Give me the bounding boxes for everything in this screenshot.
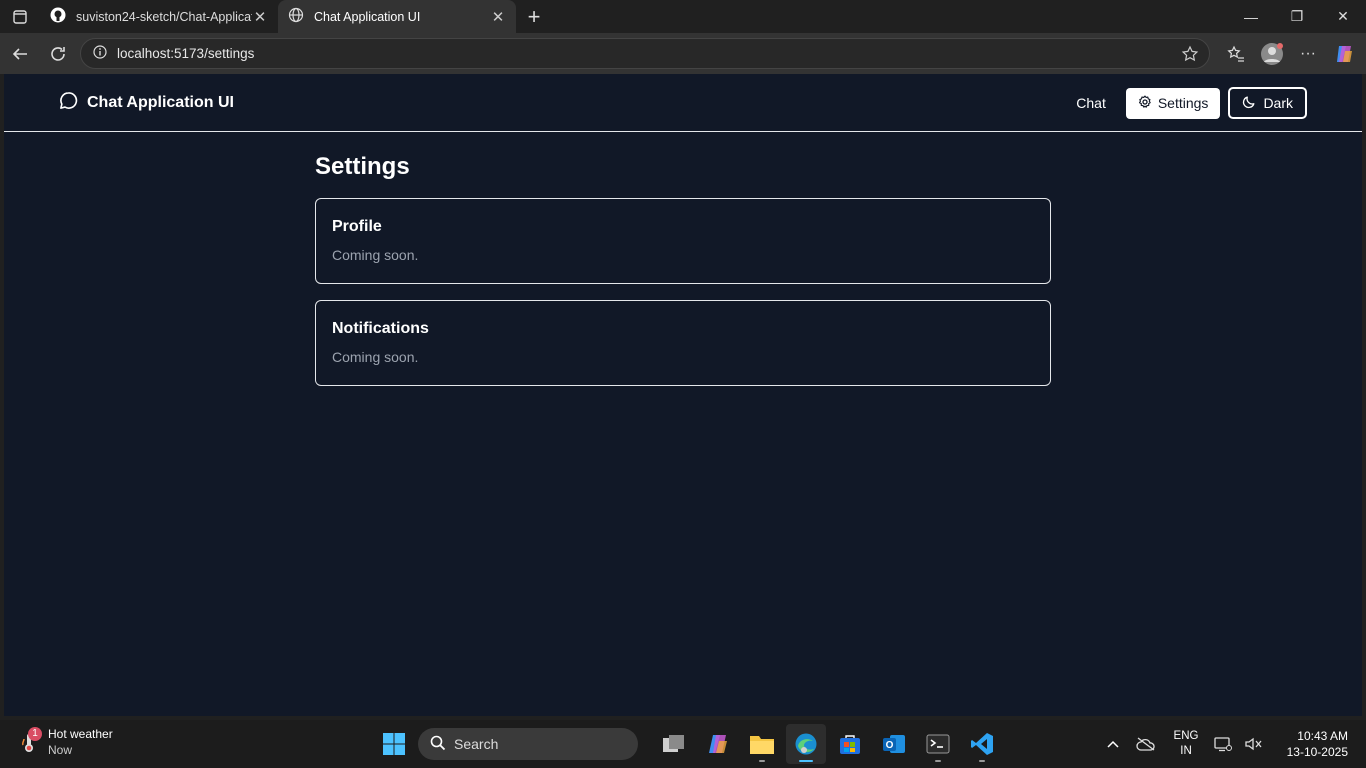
theme-toggle-button[interactable]: Dark: [1228, 87, 1307, 119]
new-tab-button[interactable]: +: [516, 0, 552, 33]
favorites-icon[interactable]: [1218, 36, 1254, 72]
theme-toggle-label: Dark: [1263, 95, 1293, 111]
settings-button-label: Settings: [1157, 95, 1209, 111]
network-icon[interactable]: [1208, 736, 1238, 752]
region-code: IN: [1180, 745, 1192, 757]
toolbar-right: ···: [1218, 33, 1366, 74]
app-navbar: Chat Application UI Chat Settings Dark: [4, 74, 1362, 132]
more-menu-icon[interactable]: ···: [1290, 36, 1326, 72]
notification-badge: 1: [28, 727, 42, 741]
tab-actions-icon[interactable]: [0, 0, 40, 33]
running-indicator: [935, 760, 941, 762]
search-label: Search: [454, 736, 499, 752]
running-indicator: [759, 760, 765, 762]
file-explorer-icon[interactable]: [742, 724, 782, 764]
thermometer-icon: 1: [18, 727, 42, 757]
weather-title: Hot weather: [48, 727, 113, 741]
tab-title: suviston24-sketch/Chat-Applicatio: [76, 9, 252, 24]
minimize-icon[interactable]: —: [1228, 0, 1274, 33]
back-icon[interactable]: [2, 36, 38, 72]
restore-icon[interactable]: ❐: [1274, 0, 1320, 33]
page-title: Settings: [315, 153, 410, 180]
system-tray: ENG IN 10:43 AM 13-10-2025: [1098, 720, 1366, 768]
clock-date: 13-10-2025: [1286, 745, 1348, 759]
nav-chat-link[interactable]: Chat: [1076, 95, 1106, 111]
outlook-icon[interactable]: O: [874, 724, 914, 764]
running-indicator: [979, 760, 985, 762]
microsoft-store-icon[interactable]: [830, 724, 870, 764]
refresh-icon[interactable]: [40, 36, 76, 72]
url-text: localhost:5173/settings: [117, 46, 255, 61]
site-info-icon[interactable]: [93, 45, 107, 62]
running-indicator: [799, 760, 813, 762]
brand-title: Chat Application UI: [87, 93, 234, 111]
browser-tab-github[interactable]: suviston24-sketch/Chat-Applicatio ✕: [40, 0, 278, 33]
nav-links: Chat Settings Dark: [1076, 87, 1307, 119]
edge-browser-icon[interactable]: [786, 724, 826, 764]
favorite-star-icon[interactable]: [1181, 45, 1199, 66]
card-title: Notifications: [332, 320, 429, 337]
browser-tab-bar: suviston24-sketch/Chat-Applicatio ✕ Chat…: [0, 0, 1366, 33]
card-body: Coming soon.: [332, 247, 419, 263]
globe-icon: [288, 7, 304, 26]
address-bar[interactable]: localhost:5173/settings: [80, 38, 1210, 69]
brand[interactable]: Chat Application UI: [59, 91, 234, 115]
windows-start-icon[interactable]: [374, 724, 414, 764]
windows-taskbar: 1 Hot weather Now Search O ENG IN 10:43 …: [0, 720, 1366, 768]
close-tab-icon[interactable]: ✕: [490, 8, 506, 26]
close-tab-icon[interactable]: ✕: [252, 8, 268, 26]
browser-tab-chat-app[interactable]: Chat Application UI ✕: [278, 0, 516, 33]
settings-card-profile: Profile Coming soon.: [315, 198, 1051, 284]
profile-avatar[interactable]: [1254, 36, 1290, 72]
tab-title: Chat Application UI: [314, 9, 421, 24]
moon-icon: [1242, 95, 1263, 112]
card-title: Profile: [332, 218, 382, 235]
language-code: ENG: [1173, 730, 1199, 742]
browser-toolbar: localhost:5173/settings ···: [0, 33, 1366, 74]
volume-muted-icon[interactable]: [1238, 736, 1268, 752]
app-page: Chat Application UI Chat Settings Dark S…: [4, 74, 1362, 716]
chevron-up-icon[interactable]: [1098, 739, 1128, 749]
settings-card-notifications: Notifications Coming soon.: [315, 300, 1051, 386]
vscode-icon[interactable]: [962, 724, 1002, 764]
taskbar-search[interactable]: Search: [418, 728, 638, 760]
terminal-icon[interactable]: [918, 724, 958, 764]
taskbar-apps: Search O: [374, 724, 1006, 764]
window-controls: — ❐ ✕: [1228, 0, 1366, 33]
settings-content: Settings Profile Coming soon. Notificati…: [315, 152, 1051, 402]
card-body: Coming soon.: [332, 349, 419, 365]
close-window-icon[interactable]: ✕: [1320, 0, 1366, 33]
onedrive-offline-icon[interactable]: [1128, 737, 1164, 751]
github-icon: [50, 7, 66, 26]
language-indicator[interactable]: ENG IN: [1164, 729, 1208, 759]
copilot-icon[interactable]: [1326, 36, 1362, 72]
gear-icon: [1138, 94, 1158, 112]
copilot-taskbar-icon[interactable]: [698, 724, 738, 764]
chat-bubble-icon: [59, 91, 87, 115]
weather-subtitle: Now: [48, 743, 73, 757]
settings-button[interactable]: Settings: [1125, 87, 1221, 119]
search-icon: [430, 735, 454, 754]
svg-text:O: O: [886, 740, 894, 751]
system-clock[interactable]: 10:43 AM 13-10-2025: [1268, 728, 1348, 760]
task-view-icon[interactable]: [654, 724, 694, 764]
clock-time: 10:43 AM: [1297, 729, 1348, 743]
weather-widget[interactable]: 1 Hot weather Now: [18, 726, 113, 758]
